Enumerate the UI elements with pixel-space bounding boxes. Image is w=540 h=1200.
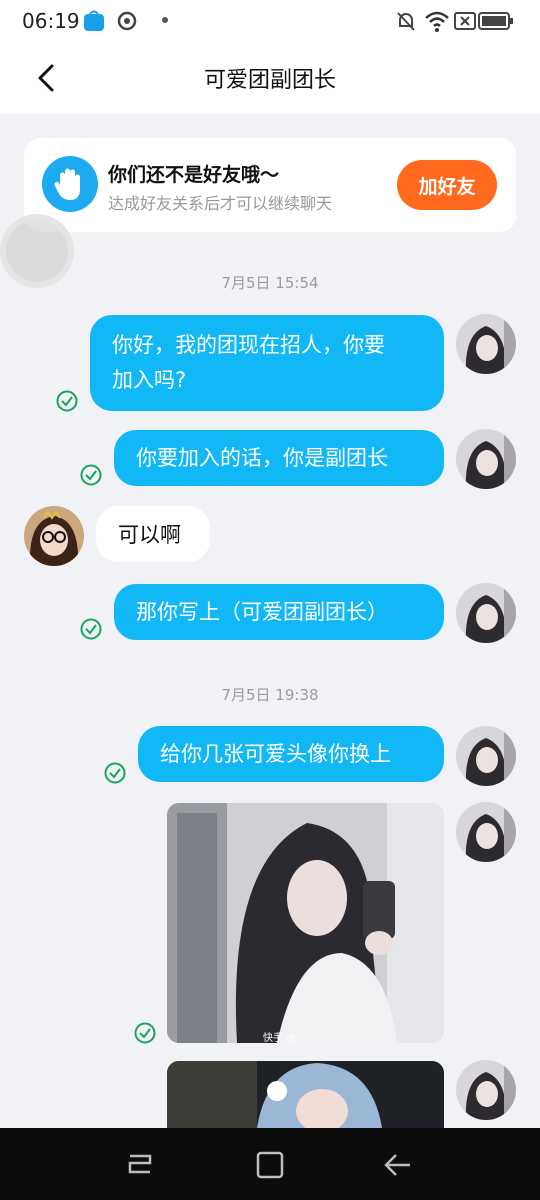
read-check-icon bbox=[134, 1022, 156, 1044]
my-avatar[interactable] bbox=[456, 726, 516, 786]
avatar-image bbox=[456, 726, 516, 786]
chat-header: 可爱团副团长 bbox=[0, 42, 540, 114]
banner-subtitle: 达成好友关系后才可以继续聊天 bbox=[108, 194, 333, 213]
message-bubble-sent[interactable]: 你要加入的话，你是副团长 bbox=[114, 430, 444, 486]
message-text: 加入吗? bbox=[112, 368, 187, 392]
add-friend-button[interactable]: 加好友 bbox=[397, 160, 497, 210]
battery-icon bbox=[478, 12, 513, 30]
dot-icon bbox=[162, 17, 168, 23]
banner-title: 你们还不是好友哦～ bbox=[108, 164, 280, 186]
wifi-icon bbox=[425, 11, 449, 32]
avatar-image bbox=[456, 1060, 516, 1120]
message-text: 你好，我的团现在招人，你要 bbox=[112, 333, 385, 357]
photo-image bbox=[167, 1061, 444, 1128]
app-notification-icon bbox=[84, 10, 104, 31]
my-avatar[interactable] bbox=[456, 583, 516, 643]
contact-avatar[interactable] bbox=[24, 506, 84, 566]
my-avatar[interactable] bbox=[456, 429, 516, 489]
message-bubble-received[interactable]: 可以啊 bbox=[96, 506, 210, 562]
message-text: 你要加入的话，你是副团长 bbox=[136, 445, 388, 470]
back-nav-icon[interactable] bbox=[382, 1150, 414, 1180]
sim-no-signal-icon bbox=[454, 12, 476, 30]
avatar-image bbox=[456, 314, 516, 374]
avatar-image bbox=[456, 583, 516, 643]
chat-title: 可爱团副团长 bbox=[203, 68, 336, 93]
timestamp: 7月5日 19:38 bbox=[221, 686, 319, 704]
add-friend-banner: 你们还不是好友哦～ 达成好友关系后才可以继续聊天 加好友 bbox=[24, 138, 516, 232]
read-check-icon bbox=[80, 464, 102, 486]
status-bar: 06:19 bbox=[0, 0, 540, 42]
home-icon[interactable] bbox=[254, 1150, 286, 1180]
image-message[interactable]: 快手 @ bbox=[167, 803, 444, 1043]
read-check-icon bbox=[56, 390, 78, 412]
my-avatar[interactable] bbox=[456, 1060, 516, 1120]
photo-image bbox=[167, 803, 444, 1043]
system-navigation-bar bbox=[0, 1128, 540, 1200]
photo-watermark: 快手 @ bbox=[263, 1033, 297, 1043]
mute-bell-icon bbox=[397, 12, 415, 31]
message-bubble-sent[interactable]: 那你写上（可爱团副团长） bbox=[114, 584, 444, 640]
message-text: 可以啊 bbox=[118, 523, 181, 547]
avatar-image bbox=[456, 429, 516, 489]
status-time: 06:19 bbox=[22, 9, 80, 33]
recent-apps-icon[interactable] bbox=[124, 1150, 156, 1180]
chat-notification-icon bbox=[117, 11, 137, 31]
hand-wave-icon bbox=[42, 156, 98, 212]
read-check-icon bbox=[104, 762, 126, 784]
message-text: 那你写上（可爱团副团长） bbox=[136, 599, 388, 624]
timestamp: 7月5日 15:54 bbox=[221, 274, 319, 292]
avatar-image bbox=[24, 506, 84, 566]
my-avatar[interactable] bbox=[456, 314, 516, 374]
message-text: 给你几张可爱头像你换上 bbox=[160, 741, 391, 766]
my-avatar[interactable] bbox=[456, 802, 516, 862]
image-message[interactable] bbox=[167, 1061, 444, 1128]
message-bubble-sent[interactable]: 你好，我的团现在招人，你要 加入吗? bbox=[90, 315, 444, 411]
read-check-icon bbox=[80, 618, 102, 640]
message-bubble-sent[interactable]: 给你几张可爱头像你换上 bbox=[138, 726, 444, 782]
avatar-image bbox=[456, 802, 516, 862]
